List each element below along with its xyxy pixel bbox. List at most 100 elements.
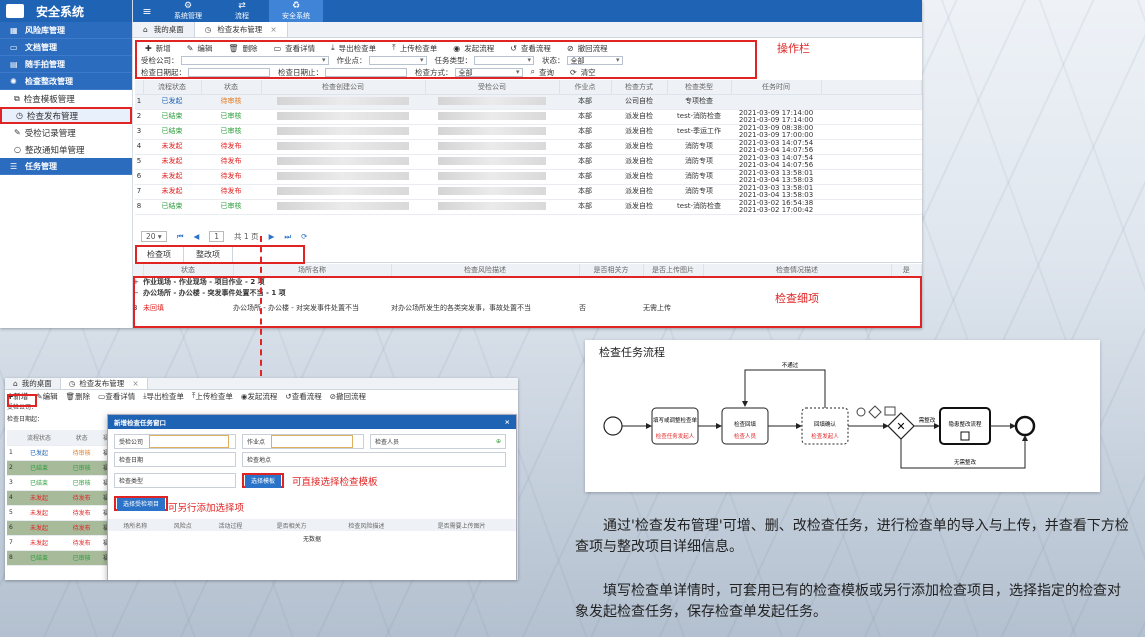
table-row[interactable]: 2 已结束 已审核 本部 派发自检 test-消防检查 2021-03-09 17:14:0…: [135, 109, 922, 125]
choose-template-button[interactable]: 选择模板: [245, 474, 282, 488]
status-select[interactable]: 全部: [566, 55, 623, 65]
upload-button[interactable]: ⤒ 上传检查单: [392, 43, 437, 54]
flow-svg: 填写或调整检查单 检查任务发起人 检查回填 检查人员 回填确认 检查发起人 不通…: [603, 361, 1036, 469]
table-row[interactable]: 3 已结束 已审核福: [7, 475, 112, 491]
tab-publish[interactable]: ◷ 检查发布管理 ×: [60, 378, 148, 389]
table-row[interactable]: 6 未发起 待发布福: [7, 520, 112, 536]
inspector-field[interactable]: 检查人员 ⊕: [370, 433, 506, 449]
col-checked-company: 受检公司: [425, 80, 560, 95]
page-number[interactable]: 1: [209, 231, 225, 242]
check-method-select[interactable]: 全部: [454, 67, 523, 77]
home-icon: ⌂: [13, 379, 18, 388]
table-row[interactable]: 7 未发起 待发布福: [7, 535, 112, 551]
first-page-icon[interactable]: ⏮: [177, 232, 184, 242]
table-row[interactable]: 4 未发起 待发布福: [7, 490, 112, 506]
table-row[interactable]: 1 已发起 待审核福: [7, 445, 112, 461]
group-row[interactable]: + 作业现场 - 作业现场 - 项目作业 - 2 项: [133, 276, 922, 287]
description-paragraph-2: 填写检查单详情时，可套用已有的检查模板或另行添加检查项目，选择指定的检查对象发起…: [575, 583, 1121, 620]
table-row[interactable]: 8 已结束 已审核 本部 派发自检 test-消防检查 2021-03-02 16:54:3…: [135, 199, 922, 215]
add-item-button[interactable]: 选择受检项目: [117, 497, 166, 511]
topnav-flow[interactable]: ⇄ 流程: [215, 0, 269, 22]
home-icon: ⌂: [143, 25, 148, 34]
work-point-field[interactable]: 作业点: [242, 433, 364, 449]
col-creator-company: 检查创建公司: [261, 80, 426, 95]
menu-toggle-icon[interactable]: ≡: [133, 5, 161, 18]
close-icon[interactable]: ×: [505, 418, 510, 426]
table-row[interactable]: 7 未发起 待发布 本部 派发自检 消防专项 2021-03-03 13:58:01 2021…: [135, 184, 922, 200]
start-flow-button[interactable]: ◉ 发起流程: [453, 43, 494, 54]
sidebar-item-inspection-rectify[interactable]: ✺ 检查整改管理: [0, 73, 132, 90]
work-point-select[interactable]: [368, 55, 427, 65]
sidebar-item-records[interactable]: ✎ 受检记录管理: [0, 124, 132, 141]
close-icon[interactable]: ×: [132, 379, 138, 388]
col-status: 状态: [201, 80, 262, 95]
sidebar-item-publish[interactable]: ◷ 检查发布管理: [0, 107, 132, 124]
close-icon[interactable]: ×: [270, 25, 276, 34]
check-company-select[interactable]: [180, 55, 329, 65]
edit-button[interactable]: ✎ 编辑: [36, 391, 57, 402]
table-row[interactable]: 1 已发起 待审核 本部 公司自检 专项检查: [135, 94, 922, 110]
withdraw-flow-button[interactable]: ⊘ 撤回流程: [330, 391, 366, 402]
next-page-icon[interactable]: ▶: [269, 232, 275, 241]
date-end-input[interactable]: [325, 67, 407, 77]
page-size-select[interactable]: 20 ▾: [141, 231, 167, 242]
export-button[interactable]: ⤓ 导出检查单: [143, 391, 184, 402]
tab-publish[interactable]: ◷ 检查发布管理 ×: [194, 22, 288, 37]
check-date-field[interactable]: 检查日期: [114, 451, 236, 467]
export-button[interactable]: ⤓ 导出检查单: [331, 43, 376, 54]
sidebar-item-risk-library[interactable]: ▦ 风险库管理: [0, 22, 132, 39]
tab-desktop[interactable]: ⌂ 我的桌面: [5, 378, 61, 389]
sidebar-item-template[interactable]: ⧉ 检查模板管理: [0, 90, 132, 107]
topnav-system[interactable]: ⚙ 系统管理: [161, 0, 215, 22]
view-detail-button[interactable]: ▭ 查看详情: [98, 391, 135, 402]
sidebar-item-snapshot[interactable]: ▤ 随手拍管理: [0, 56, 132, 73]
last-page-icon[interactable]: ⏭: [284, 232, 291, 242]
table-row[interactable]: 2 已结束 已审核福: [7, 460, 112, 476]
date-start-input[interactable]: [188, 67, 270, 77]
subprocess-plus-icon: [960, 431, 970, 441]
table-row[interactable]: 6 未发起 待发布 本部 派发自检 消防专项 2021-03-03 13:58:01 2021…: [135, 169, 922, 185]
add-button-highlight: [7, 394, 37, 407]
table-row[interactable]: 5 未发起 待发布福: [7, 505, 112, 521]
sidebar-item-documents[interactable]: ▭ 文档管理: [0, 39, 132, 56]
view-flow-button[interactable]: ↺ 查看流程: [510, 43, 551, 54]
view-flow-button[interactable]: ↺ 查看流程: [285, 391, 321, 402]
redacted-text: [438, 96, 546, 105]
clear-button[interactable]: ⟳ 清空: [570, 67, 596, 78]
check-place-field[interactable]: 检查地点: [242, 451, 506, 467]
withdraw-flow-button[interactable]: ⊘ 撤回流程: [567, 43, 608, 54]
view-detail-button[interactable]: ▭ 查看详情: [274, 43, 316, 54]
search-button[interactable]: ⌕ 查询: [531, 67, 554, 78]
gear-icon: ✺: [10, 76, 17, 86]
start-flow-button[interactable]: ◉ 发起流程: [241, 391, 278, 402]
prev-page-icon[interactable]: ◀: [193, 232, 199, 241]
delete-button[interactable]: 🗑 删除: [228, 43, 257, 54]
add-circle-icon[interactable]: ⊕: [496, 438, 501, 445]
operation-bar: ✚ 新增 ✎ 编辑 🗑 删除 ▭ 查看详情 ⤓ 导出检查单 ⤒ 上传检查单 ◉ 发起流程 ↺ 查…: [135, 40, 757, 79]
add-task-modal: 新增检查任务窗口 × 受检公司 作业点 检查人员 ⊕ 检查日期 检查地点 检查类型 …: [107, 414, 517, 580]
tab-desktop[interactable]: ⌂ 我的桌面: [133, 22, 195, 37]
table-row[interactable]: 4 未发起 待发布 本部 派发自检 消防专项 2021-03-03 14:07:54 2021…: [135, 139, 922, 155]
sidebar-item-tasks[interactable]: ☰ 任务管理: [0, 158, 132, 175]
delete-button[interactable]: 🗑 删除: [66, 391, 91, 402]
check-company-field[interactable]: 受检公司: [114, 433, 236, 449]
edit-button[interactable]: ✎ 编辑: [187, 43, 213, 54]
cancel-icon: ⊘: [566, 43, 574, 53]
upload-button[interactable]: ⤒ 上传检查单: [192, 391, 233, 402]
check-company-label: 受检公司：: [141, 55, 179, 65]
topnav-safety[interactable]: ♻ 安全系统: [269, 0, 323, 22]
table-header: 流程状态 状态 检查创建公司 受检公司 作业点 检查方式 检查类型 任务时间: [135, 80, 922, 95]
table-row[interactable]: 5 未发起 待发布 本部 派发自检 消防专项 2021-03-03 14:07:54 2021…: [135, 154, 922, 170]
add-button[interactable]: ✚ 新增: [145, 43, 171, 54]
table-row[interactable]: 3 已结束 已审核 本部 派发自检 test-季运工作 2021-03-09 08:38:0…: [135, 124, 922, 140]
refresh-icon[interactable]: ⟳: [301, 232, 307, 241]
description-paragraph-1: 通过'检查发布管理'可增、删、改检查任务，进行检查单的导入与上传，并查看下方检查…: [575, 518, 1129, 555]
add-item-annotation: 可另行添加选择项: [168, 503, 245, 514]
task-type-select[interactable]: [474, 55, 534, 65]
sidebar-item-notice[interactable]: ○ 整改通知单管理: [0, 141, 132, 158]
check-type-field[interactable]: 检查类型: [114, 472, 236, 488]
table-row[interactable]: 8 已结束 已审核福: [7, 550, 112, 566]
col-risk: 检查风险描述: [391, 264, 580, 276]
node-text: 填写或调整检查单: [653, 416, 698, 424]
node-text: 回填确认: [814, 420, 837, 428]
